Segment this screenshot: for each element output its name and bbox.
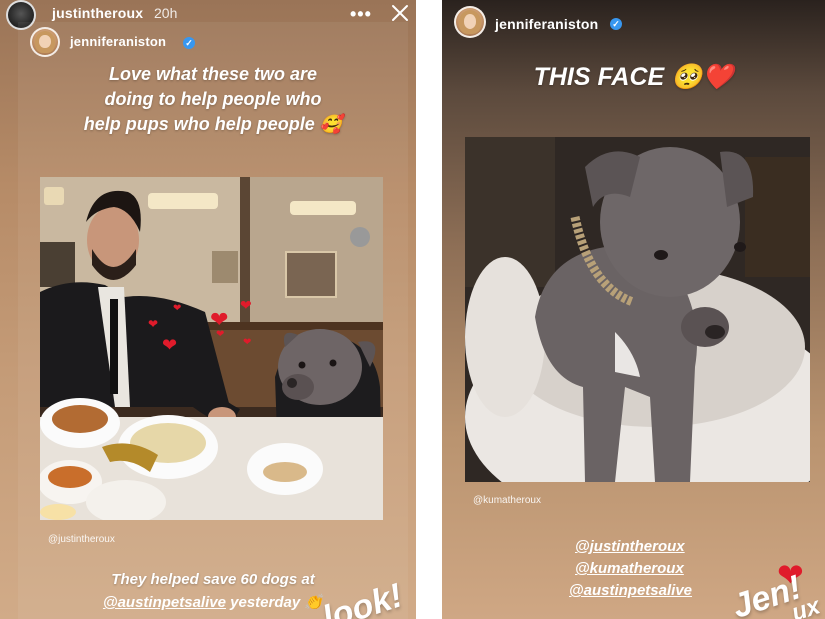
heart-sticker-icon: ❤ [216, 329, 225, 340]
photo-credit[interactable]: @justintheroux [48, 534, 115, 545]
photo-credit[interactable]: @kumatheroux [473, 495, 541, 506]
story-left[interactable]: justintheroux 20h ••• jenniferaniston ✓ … [0, 0, 416, 619]
photo-dog-bed [465, 137, 810, 482]
heart-sticker-icon: ❤ [173, 303, 182, 314]
heart-sticker-icon: ❤ [162, 335, 178, 355]
story-time: 20h [154, 5, 178, 21]
photo-dinner-table: ❤ ❤ ❤ ❤ ❤ ❤ ❤ [40, 177, 383, 520]
caption-line-1: Love what these two are [108, 64, 318, 84]
avatar-jenniferaniston[interactable] [30, 27, 60, 57]
mention-kumatheroux[interactable]: @kumatheroux [575, 560, 684, 577]
mention-justintheroux[interactable]: @justintheroux [575, 538, 685, 555]
mention-austinpetsalive[interactable]: @austinpetsalive [569, 582, 692, 599]
verified-badge-icon: ✓ [610, 18, 622, 30]
footer-line-1: They helped save 60 dogs at [111, 571, 315, 588]
story-right[interactable]: jenniferaniston ✓ THIS FACE 🥺❤️ @kumathe… [442, 0, 825, 619]
heart-sticker-icon: ❤ [240, 297, 252, 313]
heart-sticker-icon: ❤ [148, 317, 159, 331]
avatar-jenniferaniston[interactable] [454, 6, 486, 38]
reshared-username[interactable]: jenniferaniston [70, 34, 166, 49]
caption-line-2: doing to help people who [104, 89, 322, 109]
footer-mention[interactable]: @austinpetsalive [103, 594, 226, 611]
caption: THIS FACE 🥺❤️ [533, 63, 734, 91]
story-username[interactable]: justintheroux [52, 5, 143, 21]
close-icon[interactable] [390, 3, 410, 23]
verified-badge-icon: ✓ [183, 37, 195, 49]
caption-line-3: help pups who help people 🥰 [83, 114, 343, 134]
footer-rest: yesterday 👏 [230, 594, 324, 611]
heart-sticker-icon: ❤ [243, 337, 252, 348]
story-username[interactable]: jenniferaniston [495, 16, 598, 32]
